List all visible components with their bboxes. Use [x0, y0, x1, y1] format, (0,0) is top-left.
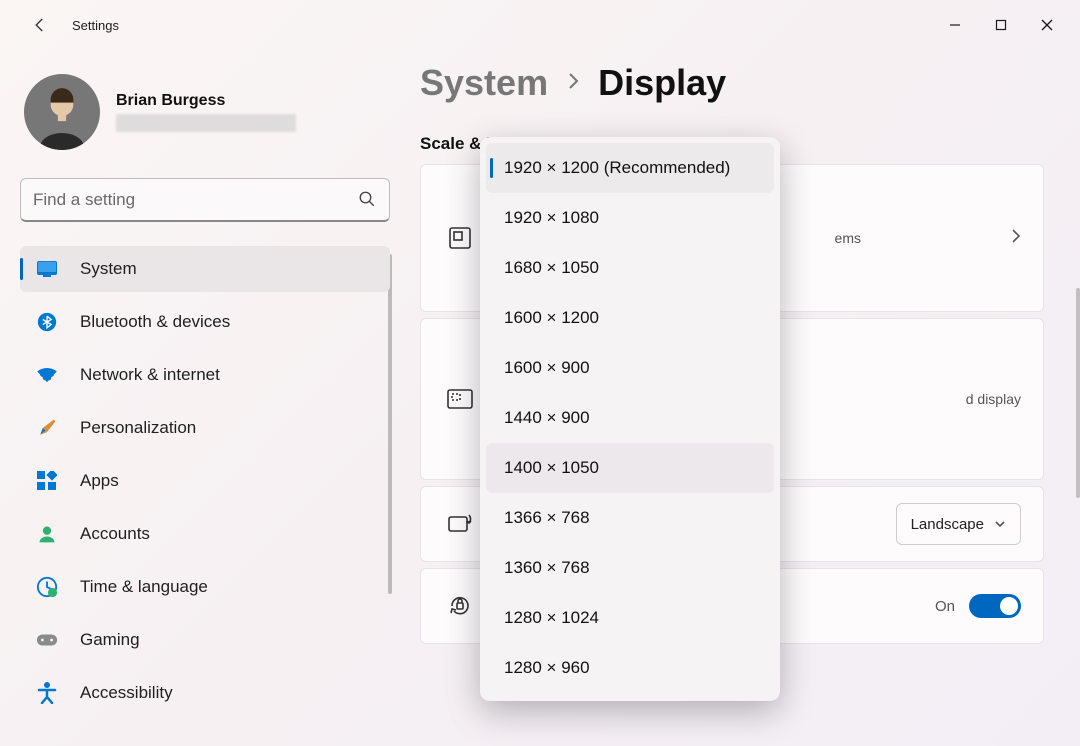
minimize-button[interactable] [932, 9, 978, 41]
resolution-option[interactable]: 1440 × 900 [486, 393, 774, 443]
resolution-option[interactable]: 1360 × 768 [486, 543, 774, 593]
accessibility-icon [36, 682, 58, 704]
paintbrush-icon [36, 417, 58, 439]
bluetooth-icon [36, 311, 58, 333]
sidebar-item-label: Gaming [80, 630, 140, 650]
sidebar-item-label: Bluetooth & devices [80, 312, 230, 332]
resolution-option[interactable]: 1280 × 800 [486, 693, 774, 701]
sidebar-item-apps[interactable]: Apps [20, 458, 390, 504]
resolution-option[interactable]: 1280 × 1024 [486, 593, 774, 643]
sidebar-item-personalization[interactable]: Personalization [20, 405, 390, 451]
apps-icon [36, 470, 58, 492]
orientation-icon [443, 507, 477, 541]
person-icon [36, 523, 58, 545]
sidebar-item-label: Time & language [80, 577, 208, 597]
sidebar-item-system[interactable]: System [20, 246, 390, 292]
sidebar-item-bluetooth[interactable]: Bluetooth & devices [20, 299, 390, 345]
sidebar-item-label: System [80, 259, 137, 279]
sidebar-item-network[interactable]: Network & internet [20, 352, 390, 398]
user-name: Brian Burgess [116, 92, 296, 110]
sidebar-item-label: Personalization [80, 418, 196, 438]
chevron-right-icon [566, 70, 580, 96]
search-icon[interactable] [358, 190, 376, 213]
sidebar-item-time[interactable]: Time & language [20, 564, 390, 610]
sidebar-item-label: Network & internet [80, 365, 220, 385]
user-email-redacted [116, 114, 296, 132]
sidebar-item-label: Accounts [80, 524, 150, 544]
main-scrollbar[interactable] [1076, 288, 1080, 498]
close-button[interactable] [1024, 9, 1070, 41]
display-icon [36, 258, 58, 280]
resolution-option[interactable]: 1920 × 1080 [486, 193, 774, 243]
resolution-option[interactable]: 1400 × 1050 [486, 443, 774, 493]
gamepad-icon [36, 629, 58, 651]
resolution-option[interactable]: 1680 × 1050 [486, 243, 774, 293]
toggle-state-label: On [935, 598, 955, 615]
maximize-button[interactable] [978, 9, 1024, 41]
sidebar-item-accounts[interactable]: Accounts [20, 511, 390, 557]
resolution-option[interactable]: 1600 × 1200 [486, 293, 774, 343]
sidebar-item-accessibility[interactable]: Accessibility [20, 670, 390, 716]
app-title: Settings [72, 18, 119, 33]
scale-icon [443, 221, 477, 255]
chevron-right-icon [1011, 228, 1021, 249]
resolution-dropdown[interactable]: 1920 × 1200 (Recommended)1920 × 10801680… [480, 137, 780, 701]
main-content: System Display Scale & layout ems [400, 50, 1080, 746]
sidebar-scrollbar[interactable] [388, 254, 392, 594]
breadcrumb-parent[interactable]: System [420, 62, 548, 104]
orientation-value: Landscape [911, 516, 984, 533]
wifi-icon [36, 364, 58, 386]
sidebar-item-label: Apps [80, 471, 119, 491]
scale-subtitle-fragment: ems [835, 230, 861, 246]
resolution-option[interactable]: 1366 × 768 [486, 493, 774, 543]
rotation-lock-icon [443, 589, 477, 623]
rotation-lock-toggle[interactable] [969, 594, 1021, 618]
sidebar-item-gaming[interactable]: Gaming [20, 617, 390, 663]
resolution-option[interactable]: 1920 × 1200 (Recommended) [486, 143, 774, 193]
chevron-down-icon [994, 518, 1006, 530]
sidebar-item-label: Accessibility [80, 683, 173, 703]
back-button[interactable] [24, 9, 56, 41]
breadcrumb: System Display [420, 62, 1044, 104]
orientation-select[interactable]: Landscape [896, 503, 1021, 545]
sidebar: Brian Burgess System Bluetoo [0, 50, 400, 746]
clock-globe-icon [36, 576, 58, 598]
breadcrumb-current: Display [598, 62, 726, 104]
resolution-option[interactable]: 1280 × 960 [486, 643, 774, 693]
resolution-icon [443, 382, 477, 416]
search-input[interactable] [20, 178, 390, 222]
avatar [24, 74, 100, 150]
user-block[interactable]: Brian Burgess [24, 74, 392, 150]
resolution-subtitle-fragment: d display [966, 391, 1021, 407]
resolution-option[interactable]: 1600 × 900 [486, 343, 774, 393]
